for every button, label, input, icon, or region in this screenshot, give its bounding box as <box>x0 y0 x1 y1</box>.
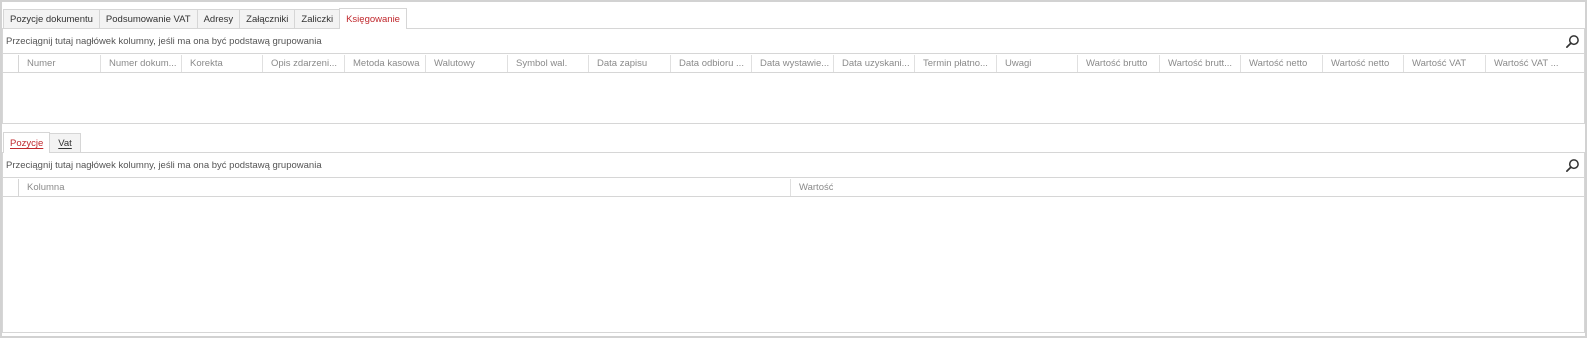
column-header-korekta[interactable]: Korekta <box>182 55 263 72</box>
column-header-wartosc-brutto[interactable]: Wartość brutto <box>1078 55 1160 72</box>
tab-pozycje[interactable]: Pozycje <box>3 132 51 153</box>
column-header-kolumna[interactable]: Kolumna <box>19 179 791 196</box>
column-header-uwagi[interactable]: Uwagi <box>997 55 1078 72</box>
column-header-data-uzyskania[interactable]: Data uzyskani... <box>834 55 915 72</box>
column-header-row: Numer Numer dokum... Korekta Opis zdarze… <box>3 55 1584 73</box>
row-indicator-header <box>3 179 19 196</box>
column-header-termin-platnosci[interactable]: Termin płatno... <box>915 55 997 72</box>
tab-adresy[interactable]: Adresy <box>196 9 241 29</box>
column-header-symbol-waluty[interactable]: Symbol wal. <box>508 55 589 72</box>
column-header-numer-dokumentu[interactable]: Numer dokum... <box>101 55 182 72</box>
search-icon[interactable] <box>1565 158 1580 173</box>
tab-pozycje-dokumentu[interactable]: Pozycje dokumentu <box>3 9 100 29</box>
row-indicator-header <box>3 55 19 72</box>
grid-body[interactable] <box>3 74 1584 123</box>
column-header-data-odbioru[interactable]: Data odbioru ... <box>671 55 752 72</box>
column-header-row: Kolumna Wartość <box>3 179 1584 197</box>
group-by-hint: Przeciągnij tutaj nagłówek kolumny, jeśl… <box>6 35 322 47</box>
column-header-wartosc-vat[interactable]: Wartość VAT <box>1404 55 1486 72</box>
tab-zalaczniki[interactable]: Załączniki <box>239 9 296 29</box>
column-header-metoda-kasowa[interactable]: Metoda kasowa <box>345 55 426 72</box>
grid-body[interactable] <box>3 198 1584 332</box>
detail-tabs: Pozycje Vat <box>3 132 81 153</box>
column-header-wartosc[interactable]: Wartość <box>791 179 1581 196</box>
column-header-wartosc-brutto-waluta[interactable]: Wartość brutt... <box>1160 55 1241 72</box>
column-header-numer[interactable]: Numer <box>19 55 101 72</box>
tab-vat[interactable]: Vat <box>49 133 81 153</box>
search-icon[interactable] <box>1565 34 1580 49</box>
group-by-hint: Przeciągnij tutaj nagłówek kolumny, jeśl… <box>6 159 322 171</box>
pozycje-grid: Przeciągnij tutaj nagłówek kolumny, jeśl… <box>2 152 1585 333</box>
document-tabs: Pozycje dokumentu Podsumowanie VAT Adres… <box>3 8 407 29</box>
column-header-wartosc-netto-waluta[interactable]: Wartość netto <box>1323 55 1404 72</box>
tab-zaliczki[interactable]: Zaliczki <box>294 9 341 29</box>
window-frame: Pozycje dokumentu Podsumowanie VAT Adres… <box>0 0 1587 338</box>
tab-podsumowanie-vat[interactable]: Podsumowanie VAT <box>98 9 198 29</box>
tab-ksiegowanie[interactable]: Księgowanie <box>339 8 407 29</box>
column-header-walutowy[interactable]: Walutowy <box>426 55 508 72</box>
column-header-data-zapisu[interactable]: Data zapisu <box>589 55 671 72</box>
group-by-bar[interactable]: Przeciągnij tutaj nagłówek kolumny, jeśl… <box>3 153 1584 178</box>
column-header-wartosc-netto[interactable]: Wartość netto <box>1241 55 1323 72</box>
column-header-data-wystawienia[interactable]: Data wystawie... <box>752 55 834 72</box>
column-header-opis-zdarzenia[interactable]: Opis zdarzeni... <box>263 55 345 72</box>
ksiegowanie-grid: Przeciągnij tutaj nagłówek kolumny, jeśl… <box>2 28 1585 124</box>
group-by-bar[interactable]: Przeciągnij tutaj nagłówek kolumny, jeśl… <box>3 29 1584 54</box>
column-header-wartosc-vat-waluta[interactable]: Wartość VAT ... <box>1486 55 1571 72</box>
